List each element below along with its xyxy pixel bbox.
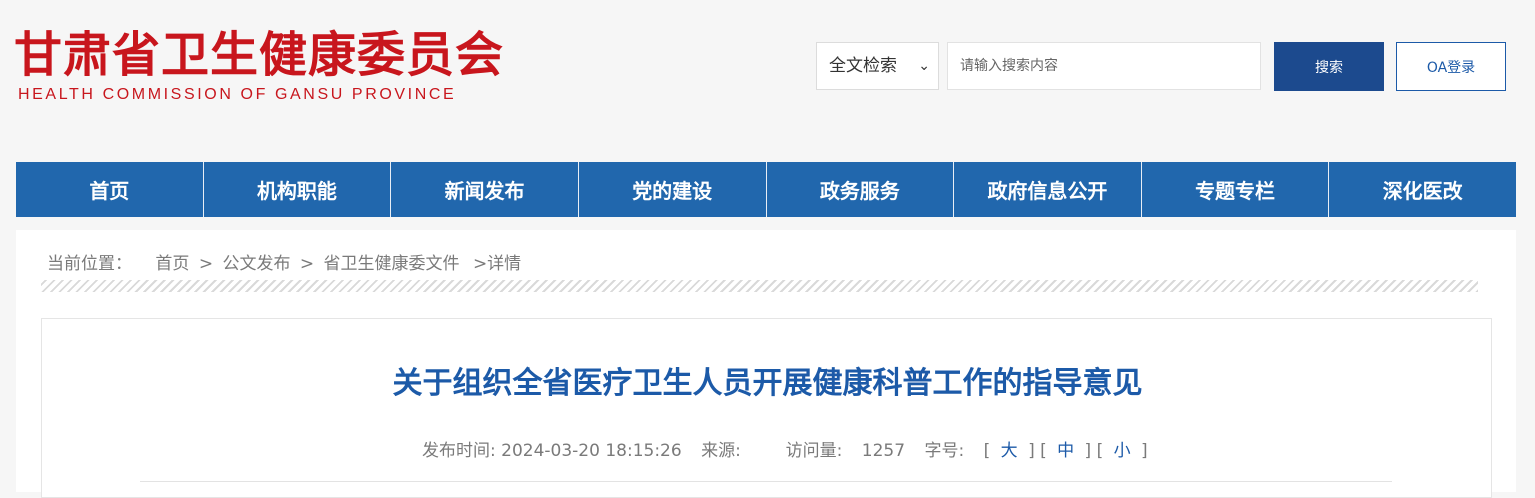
search-button[interactable]: 搜索 — [1274, 42, 1384, 91]
search-scope-select[interactable]: 全文检索 ⌄ — [816, 42, 939, 90]
breadcrumb-separator: > — [299, 254, 315, 274]
font-size-small-link[interactable]: 小 — [1114, 436, 1131, 461]
article-title: 关于组织全省医疗卫生人员开展健康科普工作的指导意见 — [392, 366, 1143, 401]
bracket-pair: ] [ — [1028, 441, 1047, 461]
views-value: 1257 — [861, 441, 906, 461]
nav-item-news[interactable]: 新闻发布 — [391, 162, 579, 217]
meta-divider — [140, 481, 1392, 482]
views-label: 访问量: — [785, 441, 843, 461]
published-value: 2024-03-20 18:15:26 — [501, 441, 682, 461]
nav-item-party[interactable]: 党的建设 — [579, 162, 767, 217]
breadcrumb-label: 当前位置： — [47, 254, 132, 274]
breadcrumb-level2[interactable]: 省卫生健康委文件 — [324, 254, 460, 274]
bracket-pair: ] [ — [1084, 441, 1104, 461]
nav-item-home[interactable]: 首页 — [16, 162, 204, 217]
search-input[interactable] — [947, 42, 1261, 90]
published-label: 发布时间: — [422, 441, 496, 461]
article-container — [41, 318, 1492, 498]
main-nav: 首页 机构职能 新闻发布 党的建设 政务服务 政府信息公开 专题专栏 深化医改 — [16, 162, 1516, 217]
nav-item-organization[interactable]: 机构职能 — [204, 162, 392, 217]
nav-item-topics[interactable]: 专题专栏 — [1142, 162, 1330, 217]
source-label: 来源: — [701, 441, 741, 461]
site-logo-en: HEALTH COMMISSION OF GANSU PROVINCE — [18, 86, 457, 103]
site-logo-cn[interactable]: 甘肃省卫生健康委员会 — [14, 27, 504, 83]
fontsize-label: 字号: — [924, 441, 965, 461]
nav-item-services[interactable]: 政务服务 — [767, 162, 955, 217]
chevron-down-icon: ⌄ — [918, 58, 930, 74]
breadcrumb-current: >详情 — [472, 254, 522, 274]
nav-item-reform[interactable]: 深化医改 — [1329, 162, 1516, 217]
article-meta: 发布时间: 2024-03-20 18:15:26 来源: 访问量: 1257 … — [422, 436, 1148, 461]
oa-login-button[interactable]: OA登录 — [1396, 42, 1506, 91]
nav-item-gov-info[interactable]: 政府信息公开 — [954, 162, 1142, 217]
breadcrumb: 当前位置： 首页 > 公文发布 > 省卫生健康委文件 >详情 — [47, 249, 521, 274]
font-size-large-link[interactable]: 大 — [1001, 436, 1018, 461]
search-scope-value: 全文检索 — [829, 56, 897, 76]
font-size-medium-link[interactable]: 中 — [1057, 436, 1074, 461]
breadcrumb-level1[interactable]: 公文发布 — [222, 254, 290, 274]
bracket-open: [ — [983, 441, 991, 461]
breadcrumb-separator: > — [198, 254, 214, 274]
breadcrumb-home[interactable]: 首页 — [155, 254, 189, 274]
hatch-divider — [41, 280, 1478, 292]
bracket-close: ] — [1141, 441, 1148, 461]
